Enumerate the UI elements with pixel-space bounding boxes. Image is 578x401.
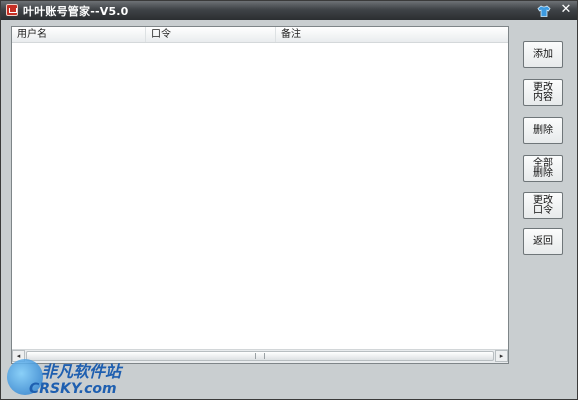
title-bar[interactable]: 叶叶账号管家--V5.0 ✕: [1, 1, 577, 20]
close-button[interactable]: ✕: [559, 3, 573, 17]
back-button[interactable]: 返回: [523, 228, 563, 255]
window-title: 叶叶账号管家--V5.0: [23, 5, 129, 18]
delete-button-label: 删除: [533, 124, 553, 136]
account-list[interactable]: 用户名 口令 备注 ◂ ▸: [11, 26, 509, 364]
app-icon: [6, 4, 18, 16]
app-window: 叶叶账号管家--V5.0 ✕ 用户名 口令 备注 ◂ ▸ 添加 更改内容 删除 …: [0, 0, 578, 400]
column-header-username[interactable]: 用户名: [12, 27, 146, 42]
add-button-label: 添加: [533, 48, 553, 60]
edit-content-button-label: 更改内容: [533, 81, 553, 103]
edit-content-button[interactable]: 更改内容: [523, 79, 563, 106]
watermark: 非凡软件站 CRSKY.com: [1, 353, 141, 401]
delete-all-button[interactable]: 全部删除: [523, 155, 563, 182]
watermark-cn: 非凡软件站: [41, 362, 122, 381]
delete-all-button-label: 全部删除: [533, 157, 553, 179]
change-password-button-label: 更改口令: [533, 194, 553, 216]
scroll-right-arrow[interactable]: ▸: [495, 350, 508, 362]
watermark-en: CRSKY.com: [29, 381, 117, 397]
skin-shirt-icon[interactable]: [537, 3, 551, 17]
column-header-password[interactable]: 口令: [146, 27, 276, 42]
back-button-label: 返回: [533, 235, 553, 247]
add-button[interactable]: 添加: [523, 41, 563, 68]
list-header: 用户名 口令 备注: [12, 27, 508, 43]
delete-button[interactable]: 删除: [523, 117, 563, 144]
scroll-grip-icon: [255, 353, 265, 359]
change-password-button[interactable]: 更改口令: [523, 192, 563, 219]
column-header-note[interactable]: 备注: [276, 27, 508, 42]
